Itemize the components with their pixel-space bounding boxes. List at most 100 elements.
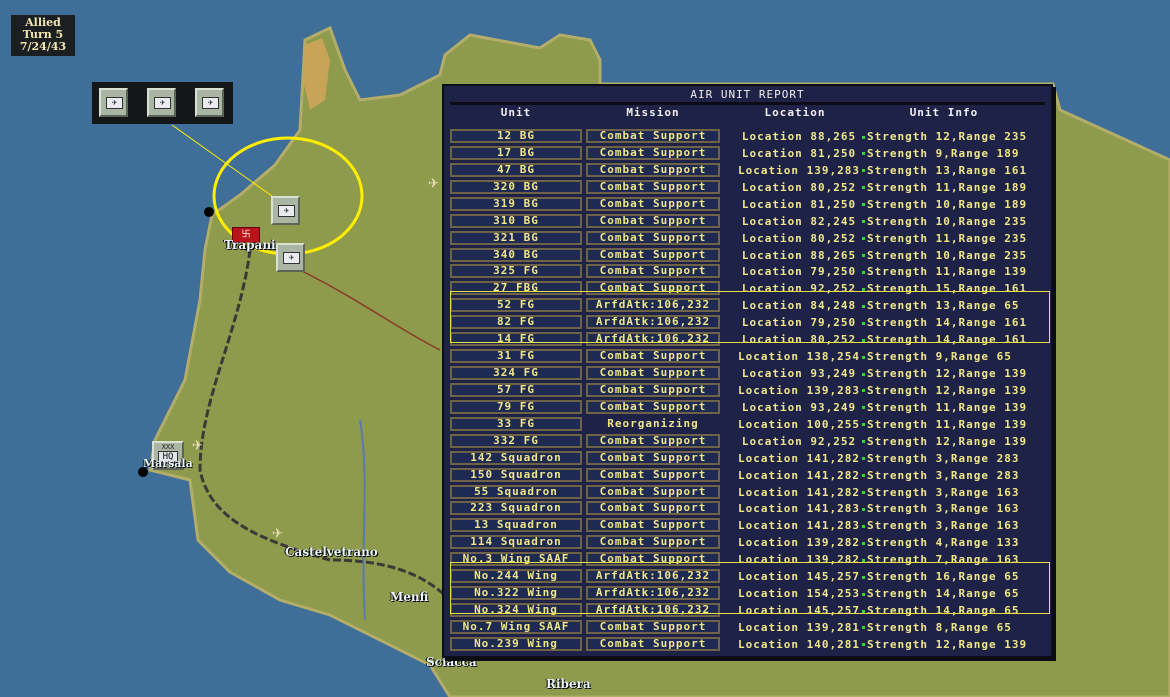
mission-button[interactable]: Combat Support [586, 145, 720, 160]
mission-button[interactable]: Combat Support [586, 129, 720, 143]
location-cell: Location 93,249 [741, 367, 857, 381]
unit-button[interactable]: 150 Squadron [450, 467, 582, 482]
unit-button[interactable]: 82 FG [450, 315, 582, 330]
mission-button[interactable]: Combat Support [586, 450, 720, 465]
table-row: 142 Squadron Combat Support Location 141,2… [444, 450, 1051, 467]
unit-button[interactable]: 223 Squadron [450, 501, 582, 516]
mission-button[interactable]: Combat Support [586, 179, 720, 194]
mission-button[interactable]: Combat Support [586, 196, 720, 211]
air-unit-counter[interactable]: ✈ [195, 88, 224, 117]
mission-button[interactable]: ArfdAtk:106,232 [586, 315, 720, 330]
unit-button[interactable]: No.7 Wing SAAF [450, 619, 582, 634]
status-dot-icon [862, 524, 865, 528]
mission-button[interactable]: ArfdAtk:106,232 [586, 569, 720, 584]
mission-button[interactable]: Combat Support [586, 366, 720, 381]
unit-info-cell: Strength 9,Range 189 [862, 147, 1019, 160]
location-cell: Location 92,252 [741, 282, 857, 296]
unit-button[interactable]: 319 BG [450, 196, 582, 211]
unit-info-text: Strength 11,Range 235 [867, 231, 1028, 245]
status-dot-icon [862, 423, 865, 427]
unit-stack-popup: ✈ ✈ ✈ [92, 82, 233, 124]
unit-info-text: Strength 10,Range 235 [867, 214, 1028, 228]
unit-button[interactable]: 332 FG [450, 433, 582, 448]
mission-button[interactable]: Combat Support [586, 535, 720, 550]
unit-button[interactable]: No.239 Wing [450, 636, 582, 651]
mission-button[interactable]: Combat Support [586, 619, 720, 634]
air-unit-counter[interactable]: ✈ [99, 88, 128, 117]
location-cell: Location 88,265 [741, 248, 857, 262]
air-unit-counter[interactable]: ✈ [147, 88, 176, 117]
mission-button[interactable]: ArfdAtk:106,232 [586, 603, 720, 618]
mission-button[interactable]: Combat Support [586, 552, 720, 567]
unit-button[interactable]: 340 BG [450, 247, 582, 262]
unit-button[interactable]: 27 FBG [450, 281, 582, 296]
unit-info-cell: Strength 9,Range 65 [862, 350, 1012, 363]
unit-button[interactable]: No.324 Wing [450, 603, 582, 618]
header-location: Location [764, 106, 826, 119]
mission-button[interactable]: Combat Support [586, 382, 720, 397]
unit-button[interactable]: 14 FG [450, 332, 582, 347]
unit-button[interactable]: 52 FG [450, 298, 582, 313]
air-unit-report-panel: AIR UNIT REPORT Unit Mission Location Un… [442, 84, 1053, 658]
unit-button[interactable]: 12 BG [450, 129, 582, 143]
unit-info-cell: Strength 11,Range 139 [862, 401, 1027, 414]
mission-button[interactable]: Reorganizing [586, 417, 720, 431]
unit-button[interactable]: 142 Squadron [450, 450, 582, 465]
unit-button[interactable]: No.3 Wing SAAF [450, 552, 582, 567]
status-dot-icon [862, 355, 865, 359]
mission-button[interactable]: Combat Support [586, 281, 720, 296]
unit-button[interactable]: 47 BG [450, 162, 582, 177]
mission-button[interactable]: Combat Support [586, 264, 720, 279]
status-dot-icon [862, 440, 865, 444]
header-unit: Unit [500, 106, 532, 119]
unit-info-cell: Strength 14,Range 65 [862, 587, 1019, 600]
mission-button[interactable]: Combat Support [586, 162, 720, 177]
unit-button[interactable]: No.244 Wing [450, 569, 582, 584]
location-cell: Location 80,252 [741, 333, 857, 347]
unit-button[interactable]: 17 BG [450, 145, 582, 160]
mission-button[interactable]: Combat Support [586, 213, 720, 228]
status-dot-icon [862, 254, 865, 257]
mission-button[interactable]: Combat Support [586, 518, 720, 533]
unit-info-cell: Strength 10,Range 235 [862, 215, 1027, 228]
mission-button[interactable]: Combat Support [586, 433, 720, 448]
status-dot-icon [862, 321, 865, 325]
unit-button[interactable]: 114 Squadron [450, 535, 582, 550]
unit-button[interactable]: 31 FG [450, 349, 582, 364]
unit-button[interactable]: 320 BG [450, 179, 582, 194]
unit-button[interactable]: 13 Squadron [450, 518, 582, 533]
city-label-trapani: Trapani [224, 238, 276, 252]
mission-button[interactable]: ArfdAtk:106,232 [586, 332, 720, 347]
mission-button[interactable]: Combat Support [586, 230, 720, 245]
unit-info-cell: Strength 14,Range 161 [862, 316, 1027, 329]
air-unit-counter[interactable]: ✈ [276, 243, 305, 272]
status-dot-icon [862, 186, 865, 190]
status-dot-icon [862, 575, 865, 579]
unit-info-cell: Strength 12,Range 139 [862, 638, 1027, 651]
unit-button[interactable]: 33 FG [450, 416, 582, 431]
unit-button[interactable]: 325 FG [450, 264, 582, 279]
unit-info-text: Strength 7,Range 163 [867, 553, 1020, 567]
mission-button[interactable]: ArfdAtk:106,232 [586, 586, 720, 601]
table-row: No.324 Wing ArfdAtk:106,232 Location 145,2… [444, 602, 1051, 619]
unit-info-text: Strength 13,Range 161 [867, 163, 1028, 177]
mission-button[interactable]: Combat Support [586, 484, 720, 499]
unit-button[interactable]: No.322 Wing [450, 586, 582, 601]
unit-button[interactable]: 57 FG [450, 382, 582, 397]
unit-button[interactable]: 310 BG [450, 213, 582, 228]
mission-button[interactable]: ArfdAtk:106,232 [586, 298, 720, 313]
mission-button[interactable]: Combat Support [586, 399, 720, 414]
mission-button[interactable]: Combat Support [586, 247, 720, 262]
plane-icon: ✈ [283, 252, 300, 264]
selected-air-unit-counter[interactable]: ✈ [271, 196, 300, 225]
unit-button[interactable]: 321 BG [450, 230, 582, 245]
status-dot-icon [862, 558, 865, 562]
mission-button[interactable]: Combat Support [586, 467, 720, 482]
unit-button[interactable]: 324 FG [450, 366, 582, 381]
mission-button[interactable]: Combat Support [586, 501, 720, 516]
location-cell: Location 139,283 [738, 383, 860, 397]
mission-button[interactable]: Combat Support [586, 349, 720, 364]
mission-button[interactable]: Combat Support [586, 636, 720, 651]
unit-button[interactable]: 79 FG [450, 399, 582, 414]
unit-button[interactable]: 55 Squadron [450, 484, 582, 499]
